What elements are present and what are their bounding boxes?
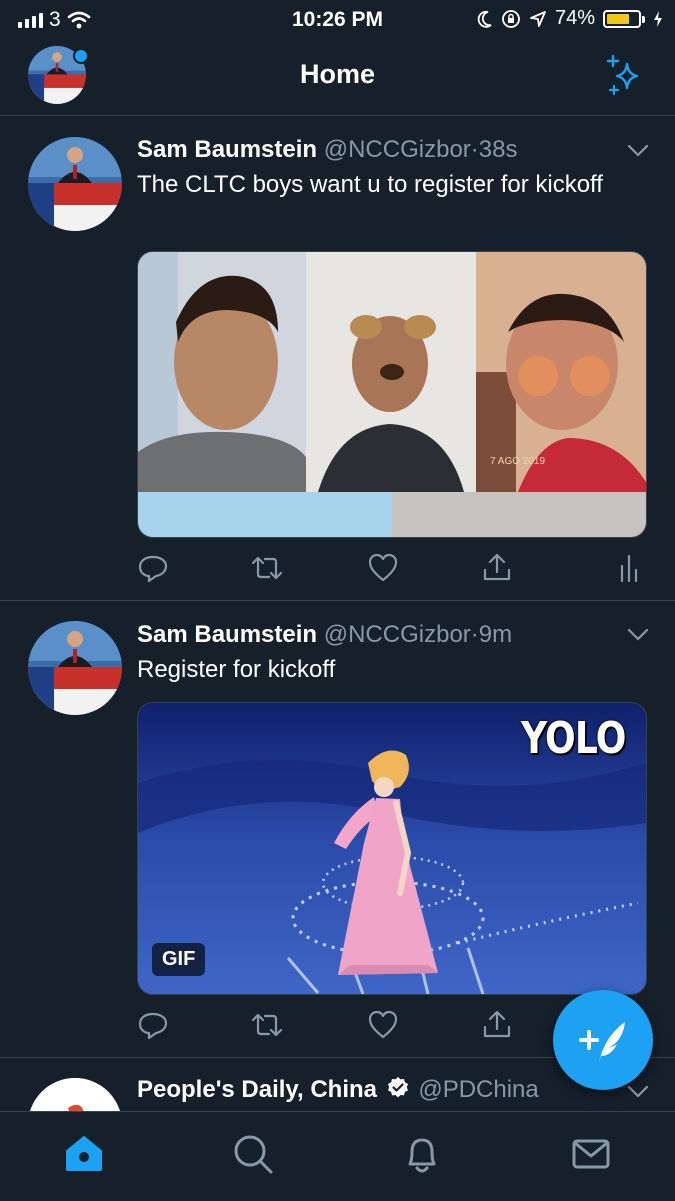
location-icon bbox=[530, 10, 546, 27]
tweet-header: People's Daily, China @PDChina bbox=[137, 1076, 539, 1104]
tweet-actions bbox=[137, 552, 645, 586]
analytics-icon[interactable] bbox=[613, 552, 645, 584]
photo-date-stamp: 7 AGO 2019 bbox=[490, 456, 545, 467]
battery-percent: 74% bbox=[554, 7, 595, 29]
home-icon[interactable] bbox=[62, 1132, 106, 1176]
compose-tweet-button[interactable] bbox=[553, 990, 653, 1090]
tweet-photo[interactable]: 7 AGO 2019 bbox=[137, 251, 647, 538]
compose-tweet-icon bbox=[579, 1022, 625, 1062]
display-name[interactable]: People's Daily, China bbox=[137, 1076, 377, 1103]
display-name[interactable]: Sam Baumstein bbox=[137, 136, 317, 163]
sparkle-icon[interactable] bbox=[603, 54, 647, 98]
tweet-header: Sam Baumstein @NCCGizbor·9m bbox=[137, 621, 512, 649]
orientation-lock-icon bbox=[502, 9, 520, 28]
username[interactable]: @NCCGizbor bbox=[324, 621, 471, 648]
tweet-text: Register for kickoff bbox=[137, 656, 336, 683]
verified-badge-icon bbox=[387, 1077, 408, 1098]
retweet-icon[interactable] bbox=[251, 1009, 283, 1041]
share-icon[interactable] bbox=[481, 552, 513, 584]
messages-icon[interactable] bbox=[569, 1132, 613, 1176]
top-navigation: Home bbox=[0, 38, 675, 116]
battery-icon bbox=[603, 9, 645, 28]
tweet-header: Sam Baumstein @NCCGizbor·38s bbox=[137, 136, 517, 164]
reply-icon[interactable] bbox=[137, 552, 169, 584]
reply-icon[interactable] bbox=[137, 1009, 169, 1041]
username[interactable]: @PDChina bbox=[418, 1076, 538, 1103]
charging-icon bbox=[654, 10, 662, 27]
avatar[interactable] bbox=[28, 137, 122, 231]
avatar[interactable] bbox=[28, 621, 122, 715]
display-name[interactable]: Sam Baumstein bbox=[137, 621, 317, 648]
like-icon[interactable] bbox=[367, 1009, 399, 1041]
chevron-down-icon[interactable] bbox=[627, 144, 649, 158]
search-icon[interactable] bbox=[231, 1132, 275, 1176]
share-icon[interactable] bbox=[481, 1009, 513, 1041]
chevron-down-icon[interactable] bbox=[627, 628, 649, 642]
retweet-icon[interactable] bbox=[251, 552, 283, 584]
gif-badge: GIF bbox=[152, 943, 206, 976]
separator: · bbox=[470, 136, 479, 163]
status-right: 74% bbox=[477, 7, 663, 30]
tweet-text: The CLTC boys want u to register for kic… bbox=[137, 171, 603, 198]
notifications-icon[interactable] bbox=[400, 1132, 444, 1176]
gif-overlay-text: YOLO bbox=[521, 713, 626, 764]
like-icon[interactable] bbox=[367, 552, 399, 584]
timestamp[interactable]: 9m bbox=[479, 621, 512, 648]
username[interactable]: @NCCGizbor bbox=[324, 136, 471, 163]
tweet-gif[interactable]: YOLO GIF bbox=[137, 702, 647, 995]
moon-icon bbox=[477, 10, 492, 28]
page-title: Home bbox=[299, 59, 375, 89]
tweet[interactable]: Sam Baumstein @NCCGizbor·38s The CLTC bo… bbox=[0, 116, 675, 601]
avatar[interactable] bbox=[28, 1078, 122, 1111]
tab-bar bbox=[0, 1111, 675, 1201]
timestamp[interactable]: 38s bbox=[479, 136, 518, 163]
status-bar: 3 10:26 PM 74% bbox=[0, 0, 675, 38]
photo-collage: 7 AGO 2019 bbox=[138, 252, 646, 537]
separator: · bbox=[470, 621, 479, 648]
